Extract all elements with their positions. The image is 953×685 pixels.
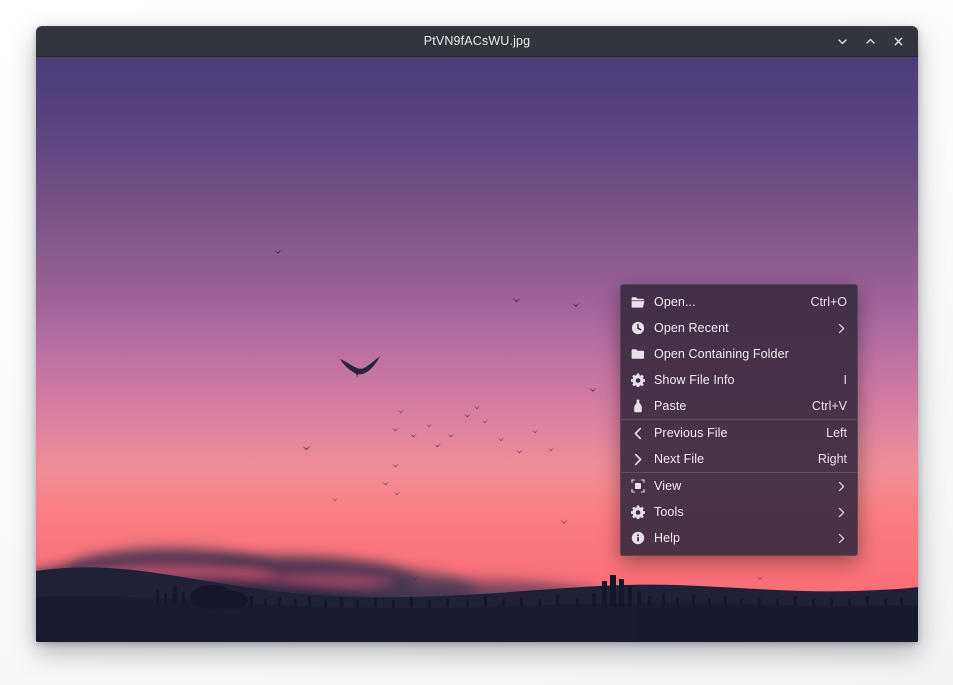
bird-silhouette bbox=[464, 413, 471, 418]
bird-silhouette bbox=[410, 433, 417, 438]
chevron-right-icon bbox=[825, 532, 847, 544]
bird-silhouette bbox=[548, 447, 554, 452]
gear-icon bbox=[630, 505, 645, 520]
menu-item-label: Next File bbox=[654, 452, 795, 466]
context-menu[interactable]: Open... Ctrl+O Open Recent bbox=[620, 284, 858, 556]
close-button[interactable] bbox=[886, 29, 910, 53]
window-titlebar[interactable]: PtVN9fACsWU.jpg bbox=[36, 26, 918, 57]
bird-silhouette bbox=[498, 437, 504, 442]
chevron-right-icon bbox=[825, 506, 847, 518]
menu-group-navigation: Previous File Left Next File Right bbox=[621, 419, 857, 472]
menu-item-accel: Ctrl+V bbox=[798, 399, 847, 413]
chevron-left-icon bbox=[630, 426, 645, 441]
folder-open-icon bbox=[630, 295, 645, 310]
bird-silhouette bbox=[382, 481, 389, 486]
chevron-right-icon bbox=[630, 452, 645, 467]
chevron-right-icon bbox=[825, 322, 847, 334]
menu-item-next-file[interactable]: Next File Right bbox=[621, 446, 857, 472]
menu-item-label: View bbox=[654, 479, 816, 493]
menu-item-tools[interactable]: Tools bbox=[621, 499, 857, 525]
menu-item-label: Show File Info bbox=[654, 373, 821, 387]
menu-item-open-recent[interactable]: Open Recent bbox=[621, 315, 857, 341]
image-viewer-window: PtVN9fACsWU.jpg bbox=[36, 26, 918, 642]
chevron-right-icon bbox=[825, 480, 847, 492]
bird-silhouette bbox=[426, 423, 432, 428]
menu-group-file: Open... Ctrl+O Open Recent bbox=[621, 289, 857, 419]
menu-group-submenus: View Tools bbox=[621, 472, 857, 551]
menu-item-accel: Right bbox=[804, 452, 847, 466]
menu-item-label: Help bbox=[654, 531, 816, 545]
menu-item-label: Open... bbox=[654, 295, 788, 309]
window-controls bbox=[830, 26, 910, 56]
clock-icon bbox=[630, 321, 645, 336]
bird-silhouette bbox=[482, 419, 488, 424]
menu-item-label: Previous File bbox=[654, 426, 803, 440]
bird-silhouette bbox=[589, 387, 597, 393]
bird-silhouette bbox=[434, 443, 441, 448]
menu-item-previous-file[interactable]: Previous File Left bbox=[621, 420, 857, 446]
menu-item-open-containing-folder[interactable]: Open Containing Folder bbox=[621, 341, 857, 367]
maximize-button[interactable] bbox=[858, 29, 882, 53]
bird-silhouette bbox=[532, 429, 538, 434]
bird-silhouette bbox=[474, 405, 480, 410]
menu-item-accel: Left bbox=[812, 426, 847, 440]
bird-silhouette bbox=[448, 433, 454, 438]
paste-icon bbox=[630, 399, 645, 414]
image-canvas[interactable]: Open... Ctrl+O Open Recent bbox=[36, 57, 918, 642]
view-crop-icon bbox=[630, 479, 645, 494]
bird-silhouette bbox=[394, 491, 400, 496]
gear-icon bbox=[630, 373, 645, 388]
menu-item-paste[interactable]: Paste Ctrl+V bbox=[621, 393, 857, 419]
folder-icon bbox=[630, 347, 645, 362]
menu-item-label: Open Recent bbox=[654, 321, 816, 335]
bird-silhouette bbox=[392, 427, 399, 432]
menu-item-view[interactable]: View bbox=[621, 473, 857, 499]
bird-silhouette bbox=[338, 353, 382, 379]
bird-silhouette bbox=[392, 463, 399, 468]
menu-item-label: Paste bbox=[654, 399, 789, 413]
bird-silhouette bbox=[398, 409, 404, 414]
menu-item-accel: Ctrl+O bbox=[797, 295, 847, 309]
menu-item-label: Tools bbox=[654, 505, 816, 519]
bird-silhouette bbox=[274, 249, 282, 255]
minimize-button[interactable] bbox=[830, 29, 854, 53]
info-circle-icon bbox=[630, 531, 645, 546]
bird-silhouette bbox=[516, 449, 523, 454]
menu-item-accel: I bbox=[830, 373, 847, 387]
bird-silhouette bbox=[572, 302, 580, 308]
window-title: PtVN9fACsWU.jpg bbox=[424, 34, 530, 48]
menu-item-help[interactable]: Help bbox=[621, 525, 857, 551]
bird-silhouette bbox=[332, 497, 338, 502]
menu-item-open[interactable]: Open... Ctrl+O bbox=[621, 289, 857, 315]
bird-silhouette bbox=[512, 297, 521, 303]
bird-silhouette bbox=[556, 247, 561, 251]
bird-silhouette bbox=[302, 445, 311, 451]
menu-item-show-file-info[interactable]: Show File Info I bbox=[621, 367, 857, 393]
menu-item-label: Open Containing Folder bbox=[654, 347, 824, 361]
